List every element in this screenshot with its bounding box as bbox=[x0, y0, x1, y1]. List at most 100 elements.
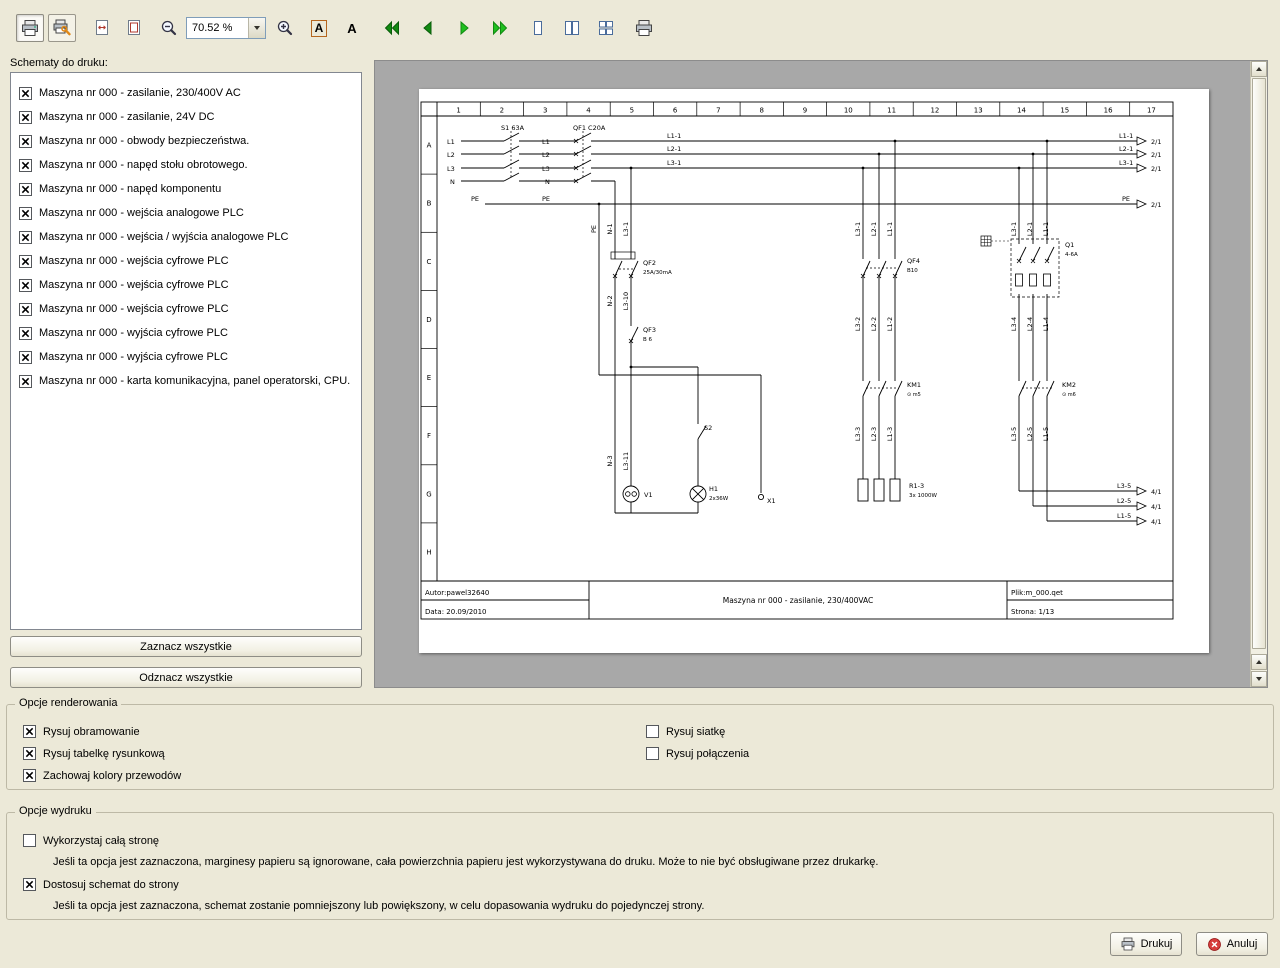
deselect-all-button[interactable]: Odznacz wszystkie bbox=[10, 667, 362, 688]
last-page-button[interactable] bbox=[486, 14, 514, 42]
print-option[interactable]: Dostosuj schemat do strony bbox=[23, 878, 179, 891]
render-option[interactable]: Rysuj połączenia bbox=[646, 747, 749, 760]
checkbox[interactable] bbox=[19, 303, 32, 316]
schema-list-item[interactable]: Maszyna nr 000 - obwody bezpieczeństwa. bbox=[11, 129, 361, 153]
column-ruler-label: 2 bbox=[500, 107, 504, 115]
landscape-button[interactable]: A bbox=[340, 14, 364, 42]
schema-list-item[interactable]: Maszyna nr 000 - karta komunikacyjna, pa… bbox=[11, 369, 361, 393]
schematic-label: 4/1 bbox=[1151, 488, 1161, 496]
first-page-button[interactable] bbox=[378, 14, 406, 42]
print-button[interactable]: Drukuj bbox=[1110, 932, 1182, 956]
checkbox[interactable] bbox=[646, 725, 659, 738]
page-setup-button[interactable] bbox=[48, 14, 76, 42]
schema-list-item[interactable]: Maszyna nr 000 - wejścia cyfrowe PLC bbox=[11, 273, 361, 297]
schematic-label: 2/1 bbox=[1151, 151, 1161, 159]
up-arrow-icon bbox=[1256, 67, 1262, 71]
schema-list-item[interactable]: Maszyna nr 000 - wejścia cyfrowe PLC bbox=[11, 249, 361, 273]
render-option[interactable]: Rysuj siatkę bbox=[646, 725, 725, 738]
checkbox[interactable] bbox=[19, 351, 32, 364]
schema-list-item[interactable]: Maszyna nr 000 - wyjścia cyfrowe PLC bbox=[11, 321, 361, 345]
check-mark-icon bbox=[21, 137, 30, 146]
combo-dropdown-button[interactable] bbox=[248, 18, 265, 38]
printer-button[interactable] bbox=[16, 14, 44, 42]
checkbox[interactable] bbox=[19, 159, 32, 172]
title-block-date: Data: 20.09/2010 bbox=[425, 608, 487, 616]
print-toolbar-button[interactable] bbox=[630, 14, 658, 42]
schema-list-item[interactable]: Maszyna nr 000 - zasilanie, 24V DC bbox=[11, 105, 361, 129]
row-ruler-label: G bbox=[426, 490, 431, 498]
checkbox[interactable] bbox=[19, 87, 32, 100]
scrollbar-thumb[interactable] bbox=[1252, 78, 1266, 649]
portrait-button[interactable]: A bbox=[306, 14, 332, 42]
checkbox[interactable] bbox=[19, 327, 32, 340]
render-option[interactable]: Rysuj obramowanie bbox=[23, 725, 140, 738]
schematic-label: L1 bbox=[542, 138, 550, 146]
schematic-label: L2 bbox=[447, 151, 455, 159]
preview-scrollbar[interactable] bbox=[1250, 61, 1267, 687]
checkbox[interactable] bbox=[646, 747, 659, 760]
checkbox[interactable] bbox=[19, 183, 32, 196]
fit-page-button[interactable] bbox=[120, 14, 148, 42]
scroll-down-button[interactable] bbox=[1251, 671, 1267, 687]
next-page-button[interactable] bbox=[450, 14, 478, 42]
schema-item-label: Maszyna nr 000 - napęd komponentu bbox=[39, 183, 221, 195]
schematic-label: L3-5 bbox=[1117, 482, 1131, 490]
schema-list[interactable]: Maszyna nr 000 - zasilanie, 230/400V ACM… bbox=[10, 72, 362, 630]
checkbox[interactable] bbox=[23, 878, 36, 891]
schema-list-item[interactable]: Maszyna nr 000 - wejścia cyfrowe PLC bbox=[11, 297, 361, 321]
schematic-label: ⊙ m5 bbox=[907, 392, 921, 398]
cancel-button[interactable]: Anuluj bbox=[1196, 932, 1268, 956]
schema-list-item[interactable]: Maszyna nr 000 - zasilanie, 230/400V AC bbox=[11, 81, 361, 105]
schema-list-item[interactable]: Maszyna nr 000 - napęd stołu obrotowego. bbox=[11, 153, 361, 177]
checkbox[interactable] bbox=[23, 725, 36, 738]
schematic-label: L1-3 bbox=[886, 427, 894, 441]
scroll-up-button-bottom[interactable] bbox=[1251, 654, 1267, 670]
schematic-label: L2-5 bbox=[1117, 497, 1131, 505]
checkbox[interactable] bbox=[23, 834, 36, 847]
facing-pages-view-button[interactable] bbox=[558, 14, 586, 42]
single-page-view-button[interactable] bbox=[524, 14, 552, 42]
checkbox[interactable] bbox=[23, 769, 36, 782]
schematic-label: L3-10 bbox=[622, 292, 630, 310]
printer-wrench-icon bbox=[52, 18, 72, 38]
checkbox[interactable] bbox=[19, 255, 32, 268]
schematic-label: 2x36W bbox=[709, 496, 729, 502]
option-label: Rysuj tabelkę rysunkową bbox=[43, 748, 165, 760]
schema-list-item[interactable]: Maszyna nr 000 - wejścia analogowe PLC bbox=[11, 201, 361, 225]
schematic-label: 25A/30mA bbox=[643, 270, 672, 276]
schema-list-item[interactable]: Maszyna nr 000 - napęd komponentu bbox=[11, 177, 361, 201]
schematic-label: V1 bbox=[644, 491, 653, 499]
schematic-label: N bbox=[450, 178, 455, 186]
check-mark-icon bbox=[21, 209, 30, 218]
check-mark-icon bbox=[21, 353, 30, 362]
schematic-label: L3-1 bbox=[667, 159, 681, 167]
checkbox[interactable] bbox=[19, 135, 32, 148]
scroll-up-button[interactable] bbox=[1251, 61, 1267, 77]
checkbox[interactable] bbox=[23, 747, 36, 760]
column-ruler-label: 13 bbox=[974, 107, 983, 115]
checkbox[interactable] bbox=[19, 231, 32, 244]
preview-page[interactable]: 1234567891011121314151617 ABCDEFGH Autor… bbox=[419, 89, 1209, 653]
schematic-label: L2 bbox=[542, 151, 550, 159]
schema-list-item[interactable]: Maszyna nr 000 - wejścia / wyjścia analo… bbox=[11, 225, 361, 249]
checkbox[interactable] bbox=[19, 207, 32, 220]
schema-item-label: Maszyna nr 000 - wejścia cyfrowe PLC bbox=[39, 303, 229, 315]
select-all-button[interactable]: Zaznacz wszystkie bbox=[10, 636, 362, 657]
render-option[interactable]: Zachowaj kolory przewodów bbox=[23, 769, 181, 782]
fit-width-button[interactable] bbox=[88, 14, 116, 42]
print-option[interactable]: Wykorzystaj całą stronę bbox=[23, 834, 159, 847]
render-option[interactable]: Rysuj tabelkę rysunkową bbox=[23, 747, 165, 760]
previous-page-button[interactable] bbox=[414, 14, 442, 42]
checkbox[interactable] bbox=[19, 111, 32, 124]
all-pages-view-button[interactable] bbox=[592, 14, 620, 42]
schematic-label: H1 bbox=[709, 485, 718, 493]
schematic-label: KM2 bbox=[1062, 381, 1076, 389]
chevron-down-icon bbox=[254, 26, 260, 30]
zoom-out-button[interactable] bbox=[156, 14, 182, 42]
checkbox[interactable] bbox=[19, 375, 32, 388]
schema-list-item[interactable]: Maszyna nr 000 - wyjścia cyfrowe PLC bbox=[11, 345, 361, 369]
zoom-in-button[interactable] bbox=[272, 14, 298, 42]
zoom-combo[interactable]: 70.52 % bbox=[186, 17, 266, 39]
row-ruler-label: H bbox=[426, 548, 431, 556]
checkbox[interactable] bbox=[19, 279, 32, 292]
